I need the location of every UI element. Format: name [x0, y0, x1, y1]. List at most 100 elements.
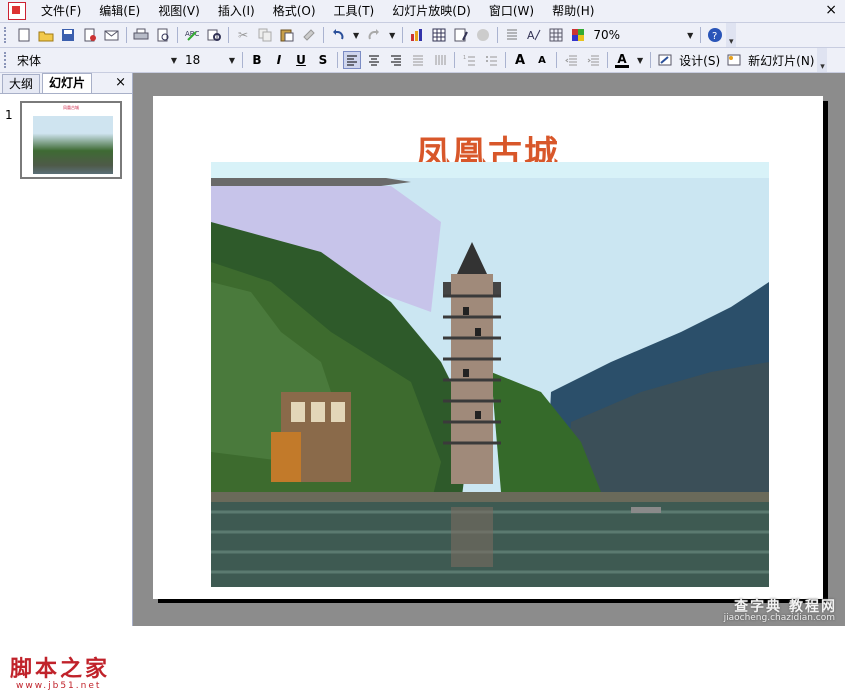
align-right-icon[interactable]: [387, 51, 405, 69]
numbering-icon[interactable]: 1: [460, 51, 478, 69]
pagoda-photo[interactable]: [211, 162, 769, 587]
permission-icon[interactable]: [81, 26, 99, 44]
open-folder-icon[interactable]: [37, 26, 55, 44]
design-button[interactable]: 设计(S): [676, 52, 723, 69]
redo-icon[interactable]: [365, 26, 383, 44]
distributed-icon[interactable]: [431, 51, 449, 69]
insert-chart-icon[interactable]: [408, 26, 426, 44]
formatting-toolbar: 宋体 ▼ 18 ▼ B I U S 1 A A A ▼ 设计(S) 新幻灯片(N…: [0, 48, 845, 73]
print-preview-icon[interactable]: [154, 26, 172, 44]
toolbar-grip[interactable]: [4, 27, 9, 43]
menu-file[interactable]: 文件(F): [32, 0, 90, 22]
save-icon[interactable]: [59, 26, 77, 44]
font-color-glyph: A: [617, 51, 627, 66]
svg-text:A: A: [527, 29, 535, 42]
toolbar-grip[interactable]: [4, 52, 9, 68]
undo-icon[interactable]: [329, 26, 347, 44]
increase-font-size-button[interactable]: A: [511, 51, 529, 69]
tables-borders-icon[interactable]: [452, 26, 470, 44]
cut-icon[interactable]: ✂: [234, 26, 252, 44]
menu-view[interactable]: 视图(V): [149, 0, 209, 22]
underline-button[interactable]: U: [292, 51, 310, 69]
svg-text:?: ?: [712, 31, 717, 42]
separator: [228, 27, 229, 43]
undo-dropdown[interactable]: ▼: [349, 26, 363, 44]
italic-button[interactable]: I: [270, 51, 288, 69]
window-close-button[interactable]: ×: [825, 2, 837, 18]
paste-icon[interactable]: [278, 26, 296, 44]
expand-all-icon[interactable]: [503, 26, 521, 44]
slide-editor: 凤凰古城: [133, 73, 845, 626]
design-icon[interactable]: [656, 51, 674, 69]
spelling-icon[interactable]: ABC: [183, 26, 201, 44]
tab-slides[interactable]: 幻灯片: [42, 73, 93, 93]
pane-close-button[interactable]: ×: [115, 75, 126, 90]
tab-outline[interactable]: 大纲: [2, 74, 41, 93]
help-icon[interactable]: ?: [706, 26, 724, 44]
menu-tools[interactable]: 工具(T): [325, 0, 384, 22]
separator: [126, 27, 127, 43]
watermark-jb51: 脚本之家: [10, 656, 111, 682]
print-icon[interactable]: [132, 26, 150, 44]
align-left-icon[interactable]: [343, 51, 361, 69]
separator: [177, 27, 178, 43]
bold-button[interactable]: B: [248, 51, 266, 69]
insert-table-icon[interactable]: [430, 26, 448, 44]
insert-clipart-icon[interactable]: [474, 26, 492, 44]
separator: [402, 27, 404, 43]
standard-toolbar: ABC ✂ ▼ ▼ A 70% ▼ ? ▾: [0, 23, 845, 48]
justify-icon[interactable]: [409, 51, 427, 69]
email-icon[interactable]: [103, 26, 121, 44]
slide-thumbnail[interactable]: 凤凰古城: [20, 101, 122, 179]
new-file-icon[interactable]: [15, 26, 33, 44]
menu-insert[interactable]: 插入(I): [209, 0, 264, 22]
font-size-value: 18: [185, 53, 201, 67]
zoom-select[interactable]: 70% ▼: [589, 26, 697, 44]
chevron-down-icon: ▼: [389, 30, 396, 40]
menu-window[interactable]: 窗口(W): [480, 0, 543, 22]
chevron-down-icon: ▼: [170, 55, 177, 65]
svg-text:1: 1: [463, 55, 466, 61]
research-icon[interactable]: [205, 26, 223, 44]
font-color-swatch: [615, 64, 629, 68]
show-grid-icon[interactable]: [547, 26, 565, 44]
font-color-dropdown[interactable]: ▼: [633, 51, 647, 69]
chevron-down-icon: ▼: [687, 30, 694, 40]
color-grayscale-icon[interactable]: [569, 26, 587, 44]
menu-edit[interactable]: 编辑(E): [90, 0, 149, 22]
menu-help[interactable]: 帮助(H): [543, 0, 603, 22]
menu-format[interactable]: 格式(O): [264, 0, 325, 22]
menu-slideshow[interactable]: 幻灯片放映(D): [383, 0, 480, 22]
font-name-value: 宋体: [17, 53, 42, 68]
slide-canvas[interactable]: 凤凰古城: [153, 96, 823, 599]
separator: [505, 52, 506, 68]
show-formatting-icon[interactable]: A: [525, 26, 543, 44]
decrease-indent-icon[interactable]: [562, 51, 580, 69]
toolbar-options-icon[interactable]: ▾: [817, 48, 828, 72]
watermark-chazidian-url: jiaocheng.chazidian.com: [723, 613, 835, 623]
zoom-value: 70%: [593, 28, 620, 42]
decrease-font-size-button[interactable]: A: [533, 51, 551, 69]
separator: [700, 27, 702, 43]
chevron-down-icon: ▼: [228, 55, 235, 65]
toolbar-options-icon[interactable]: ▾: [726, 23, 737, 47]
format-painter-icon[interactable]: [300, 26, 318, 44]
app-icon[interactable]: [8, 2, 26, 20]
new-slide-icon[interactable]: [725, 51, 743, 69]
shadow-button[interactable]: S: [314, 51, 332, 69]
thumbnail-title: 凤凰古城: [63, 105, 79, 110]
menu-bar: 文件(F) 编辑(E) 视图(V) 插入(I) 格式(O) 工具(T) 幻灯片放…: [0, 0, 845, 23]
bullets-icon[interactable]: [482, 51, 500, 69]
separator: [556, 52, 557, 68]
separator: [323, 27, 324, 43]
chevron-down-icon: ▼: [637, 55, 644, 65]
font-color-button[interactable]: A: [613, 51, 631, 69]
font-size-select[interactable]: 18 ▼: [181, 51, 239, 69]
font-name-select[interactable]: 宋体 ▼: [13, 51, 181, 69]
redo-dropdown[interactable]: ▼: [385, 26, 399, 44]
copy-icon[interactable]: [256, 26, 274, 44]
increase-indent-icon[interactable]: [584, 51, 602, 69]
align-center-icon[interactable]: [365, 51, 383, 69]
slides-pane: 大纲 幻灯片 × 1 凤凰古城 脚本之家 www.jb51.net: [0, 73, 133, 691]
new-slide-button[interactable]: 新幻灯片(N): [745, 52, 817, 69]
